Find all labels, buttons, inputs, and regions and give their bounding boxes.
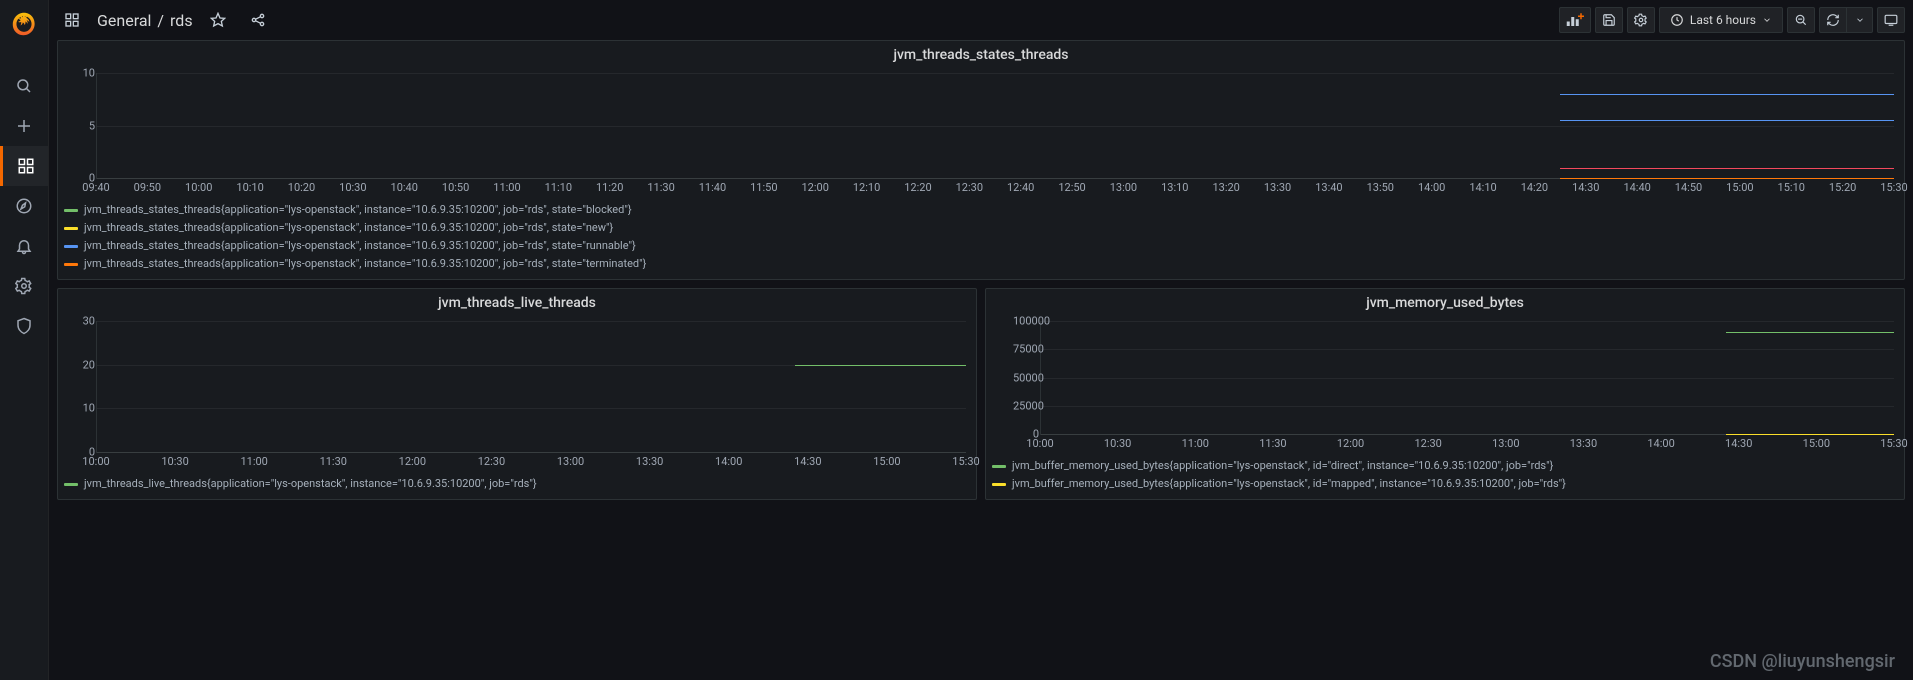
legend-item[interactable]: jvm_threads_live_threads{application="ly… xyxy=(64,475,970,493)
panel-jvm-memory-used[interactable]: jvm_memory_used_bytes 025000500007500010… xyxy=(985,288,1905,500)
dashboards-icon[interactable] xyxy=(0,146,48,186)
chart-legend: jvm_buffer_memory_used_bytes{application… xyxy=(986,455,1904,499)
save-button[interactable] xyxy=(1595,7,1623,33)
star-icon[interactable] xyxy=(203,7,233,33)
watermark: CSDN @liuyunshengsir xyxy=(1710,651,1895,672)
breadcrumb: General / rds xyxy=(97,11,193,30)
search-icon[interactable] xyxy=(0,66,48,106)
legend-swatch xyxy=(64,209,78,212)
sidebar xyxy=(0,0,49,680)
legend-item[interactable]: jvm_threads_states_threads{application="… xyxy=(64,255,1898,273)
breadcrumb-folder[interactable]: General xyxy=(97,11,151,30)
legend-item[interactable]: jvm_buffer_memory_used_bytes{application… xyxy=(992,457,1898,475)
legend-label: jvm_threads_live_threads{application="ly… xyxy=(84,475,537,493)
legend-item[interactable]: jvm_threads_states_threads{application="… xyxy=(64,219,1898,237)
panel-jvm-threads-states[interactable]: jvm_threads_states_threads 0510 09:4009:… xyxy=(57,40,1905,280)
series-line xyxy=(795,365,966,367)
series-line xyxy=(1726,332,1894,334)
legend-swatch xyxy=(992,465,1006,468)
legend-swatch xyxy=(992,483,1006,486)
legend-item[interactable]: jvm_buffer_memory_used_bytes{application… xyxy=(992,475,1898,493)
legend-label: jvm_threads_states_threads{application="… xyxy=(84,237,636,255)
explore-icon[interactable] xyxy=(0,186,48,226)
add-panel-button[interactable] xyxy=(1559,7,1591,33)
time-range-picker[interactable]: Last 6 hours xyxy=(1659,7,1783,33)
legend-label: jvm_buffer_memory_used_bytes{application… xyxy=(1012,475,1566,493)
series-line xyxy=(1560,168,1894,170)
create-icon[interactable] xyxy=(0,106,48,146)
chart-x-ticks: 10:0010:3011:0011:3012:0012:3013:0013:30… xyxy=(96,453,966,473)
panel-jvm-threads-live[interactable]: jvm_threads_live_threads 0102030 10:0010… xyxy=(57,288,977,500)
legend-label: jvm_threads_states_threads{application="… xyxy=(84,255,646,273)
legend-label: jvm_buffer_memory_used_bytes{application… xyxy=(1012,457,1553,475)
chart-legend: jvm_threads_live_threads{application="ly… xyxy=(58,473,976,499)
settings-button[interactable] xyxy=(1627,7,1655,33)
legend-item[interactable]: jvm_threads_states_threads{application="… xyxy=(64,237,1898,255)
legend-swatch xyxy=(64,263,78,266)
chart-plot[interactable]: 0250005000075000100000 xyxy=(1040,321,1894,435)
dashboards-menu-icon[interactable] xyxy=(57,7,87,33)
admin-icon[interactable] xyxy=(0,306,48,346)
tv-mode-button[interactable] xyxy=(1877,7,1905,33)
legend-swatch xyxy=(64,245,78,248)
panel-title: jvm_threads_states_threads xyxy=(58,41,1904,67)
chart-x-ticks: 10:0010:3011:0011:3012:0012:3013:0013:30… xyxy=(1040,435,1894,455)
chart-legend: jvm_threads_states_threads{application="… xyxy=(58,199,1904,279)
legend-label: jvm_threads_states_threads{application="… xyxy=(84,219,613,237)
legend-label: jvm_threads_states_threads{application="… xyxy=(84,201,632,219)
series-line xyxy=(1560,94,1894,96)
refresh-interval-button[interactable] xyxy=(1847,7,1873,33)
breadcrumb-sep: / xyxy=(157,11,164,30)
legend-swatch xyxy=(64,227,78,230)
alerting-icon[interactable] xyxy=(0,226,48,266)
config-icon[interactable] xyxy=(0,266,48,306)
breadcrumb-dash[interactable]: rds xyxy=(170,11,193,30)
legend-swatch xyxy=(64,483,78,486)
panel-title: jvm_threads_live_threads xyxy=(58,289,976,315)
series-line xyxy=(1560,120,1894,122)
refresh-button[interactable] xyxy=(1819,7,1847,33)
share-icon[interactable] xyxy=(243,7,273,33)
panel-title: jvm_memory_used_bytes xyxy=(986,289,1904,315)
chart-plot[interactable]: 0510 xyxy=(96,73,1894,179)
zoom-out-button[interactable] xyxy=(1787,7,1815,33)
toolbar: General / rds Last 6 hours xyxy=(49,0,1913,40)
grafana-logo-icon[interactable] xyxy=(10,10,38,38)
chevron-down-icon xyxy=(1762,15,1772,25)
chart-x-ticks: 09:4009:5010:0010:1010:2010:3010:4010:50… xyxy=(96,179,1894,199)
legend-item[interactable]: jvm_threads_states_threads{application="… xyxy=(64,201,1898,219)
time-range-label: Last 6 hours xyxy=(1690,13,1756,27)
chart-plot[interactable]: 0102030 xyxy=(96,321,966,453)
